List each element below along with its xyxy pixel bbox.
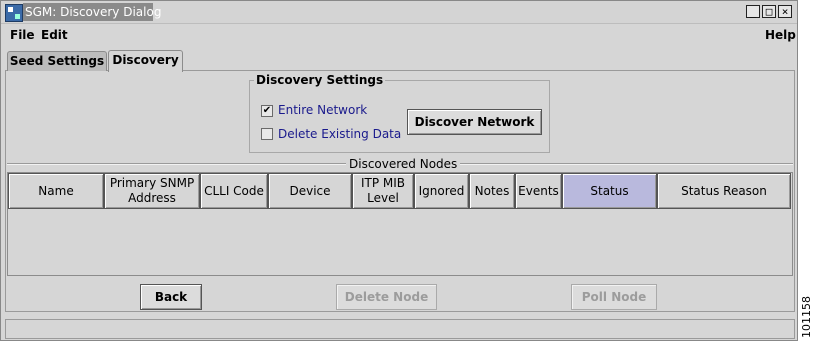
- column-header-notes[interactable]: Notes: [469, 173, 515, 209]
- figure-id-label: 101158: [800, 296, 814, 338]
- column-header-primary-snmp-address[interactable]: Primary SNMP Address: [104, 173, 200, 209]
- column-header-name[interactable]: Name: [8, 173, 104, 209]
- tab-seed-settings[interactable]: Seed Settings: [7, 51, 107, 71]
- entire-network-checkbox[interactable]: ✔: [261, 105, 273, 117]
- column-header-itp-mib-level[interactable]: ITP MIB Level: [352, 173, 414, 209]
- delete-existing-data-label[interactable]: Delete Existing Data: [278, 127, 401, 141]
- menu-edit[interactable]: Edit: [41, 28, 68, 42]
- figure-id-text: 101158: [800, 296, 813, 338]
- entire-network-label[interactable]: Entire Network: [278, 103, 367, 117]
- back-button[interactable]: Back: [140, 284, 202, 310]
- discover-network-button[interactable]: Discover Network: [407, 109, 542, 135]
- column-header-status-reason[interactable]: Status Reason: [657, 173, 791, 209]
- app-icon: [5, 4, 23, 22]
- discovery-settings-title: Discovery Settings: [254, 73, 386, 87]
- poll-node-button[interactable]: Poll Node: [571, 284, 657, 310]
- column-header-device[interactable]: Device: [268, 173, 352, 209]
- close-icon[interactable]: ×: [778, 5, 792, 18]
- column-header-status[interactable]: Status: [562, 173, 657, 209]
- column-header-clli-code[interactable]: CLLI Code: [200, 173, 268, 209]
- status-bar: [5, 319, 795, 339]
- discovery-dialog-window: SGM: Discovery Dialog _ □ × File Edit He…: [0, 0, 798, 341]
- menu-help[interactable]: Help: [765, 28, 796, 42]
- menu-file[interactable]: File: [10, 28, 35, 42]
- tab-discovery[interactable]: Discovery: [108, 50, 183, 72]
- delete-node-button[interactable]: Delete Node: [336, 284, 437, 310]
- minimize-icon[interactable]: _: [746, 5, 760, 18]
- discovered-nodes-title: Discovered Nodes: [346, 157, 461, 171]
- column-header-ignored[interactable]: Ignored: [414, 173, 469, 209]
- window-title: SGM: Discovery Dialog: [25, 5, 162, 19]
- column-header-events[interactable]: Events: [515, 173, 562, 209]
- menu-bar: File Edit Help: [1, 24, 797, 46]
- delete-existing-data-checkbox[interactable]: [261, 128, 273, 140]
- maximize-icon[interactable]: □: [762, 5, 776, 18]
- title-bar[interactable]: SGM: Discovery Dialog _ □ ×: [1, 1, 797, 24]
